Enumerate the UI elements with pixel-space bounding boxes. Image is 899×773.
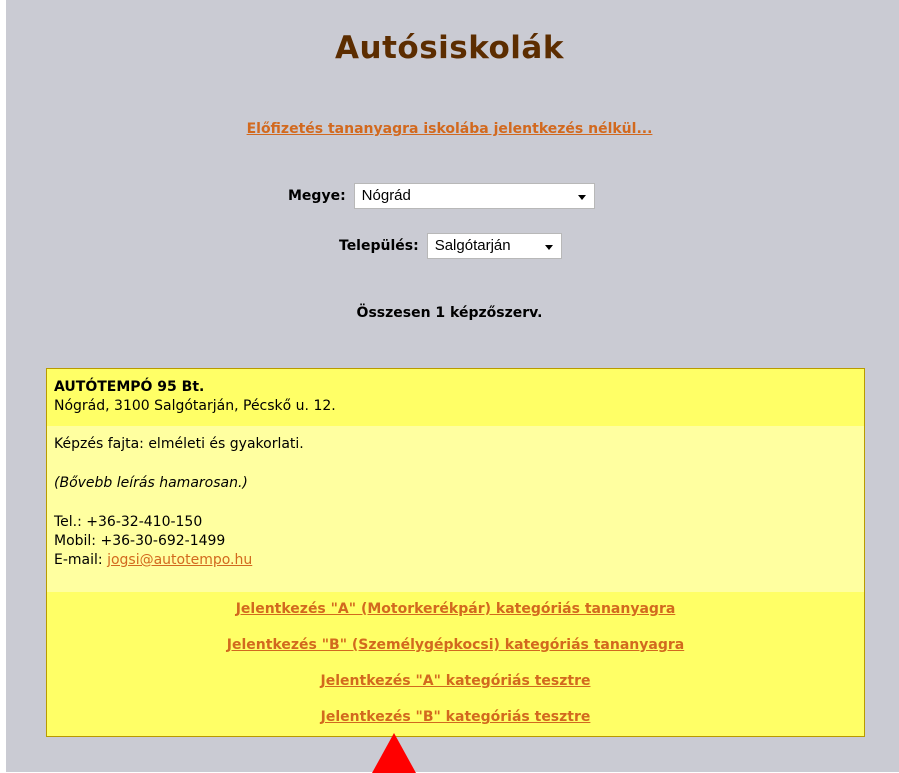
registration-links: Jelentkezés "A" (Motorkerékpár) kategóri… bbox=[47, 592, 864, 736]
school-card: AUTÓTEMPÓ 95 Bt. Nógrád, 3100 Salgótarjá… bbox=[46, 368, 865, 737]
results-count: Összesen 1 képzőszerv. bbox=[356, 305, 543, 321]
red-triangle-pointer-icon bbox=[372, 733, 416, 773]
register-a-course-link[interactable]: Jelentkezés "A" (Motorkerékpár) kategóri… bbox=[47, 600, 864, 636]
town-label: Település: bbox=[339, 238, 419, 254]
contact-info: Tel.: +36-32-410-150 Mobil: +36-30-692-1… bbox=[54, 513, 864, 570]
county-select-value: Nógrád bbox=[361, 187, 411, 204]
register-a-test-link[interactable]: Jelentkezés "A" kategóriás tesztre bbox=[47, 672, 864, 708]
school-card-header: AUTÓTEMPÓ 95 Bt. Nógrád, 3100 Salgótarjá… bbox=[47, 369, 864, 426]
description-note: (Bővebb leírás hamarosan.) bbox=[54, 475, 248, 491]
school-name: AUTÓTEMPÓ 95 Bt. bbox=[54, 379, 205, 395]
email-label: E-mail: bbox=[54, 552, 108, 568]
chevron-down-icon bbox=[544, 245, 553, 250]
school-address: Nógrád, 3100 Salgótarján, Pécskő u. 12. bbox=[54, 398, 336, 414]
town-filter: Település: Salgótarján bbox=[339, 233, 562, 259]
town-select-value: Salgótarján bbox=[434, 237, 511, 254]
phone: Tel.: +36-32-410-150 bbox=[54, 514, 203, 530]
training-type: Képzés fajta: elméleti és gyakorlati. bbox=[54, 436, 304, 452]
county-select[interactable]: Nógrád bbox=[353, 183, 595, 209]
register-b-course-link[interactable]: Jelentkezés "B" (Személygépkocsi) kategó… bbox=[47, 636, 864, 672]
page-title: Autósiskolák bbox=[335, 30, 564, 66]
mobile: Mobil: +36-30-692-1499 bbox=[54, 533, 226, 549]
register-b-test-link[interactable]: Jelentkezés "B" kategóriás tesztre bbox=[47, 708, 864, 744]
email-link[interactable]: jogsi@autotempo.hu bbox=[107, 552, 252, 568]
county-label: Megye: bbox=[288, 188, 346, 204]
subscribe-without-school-link[interactable]: Előfizetés tananyagra iskolába jelentkez… bbox=[0, 121, 899, 137]
school-card-body: Képzés fajta: elméleti és gyakorlati. (B… bbox=[47, 426, 864, 592]
county-filter: Megye: Nógrád bbox=[288, 183, 595, 209]
town-select[interactable]: Salgótarján bbox=[426, 233, 562, 259]
email-row: E-mail: jogsi@autotempo.hu bbox=[54, 551, 864, 570]
chevron-down-icon bbox=[577, 195, 586, 200]
